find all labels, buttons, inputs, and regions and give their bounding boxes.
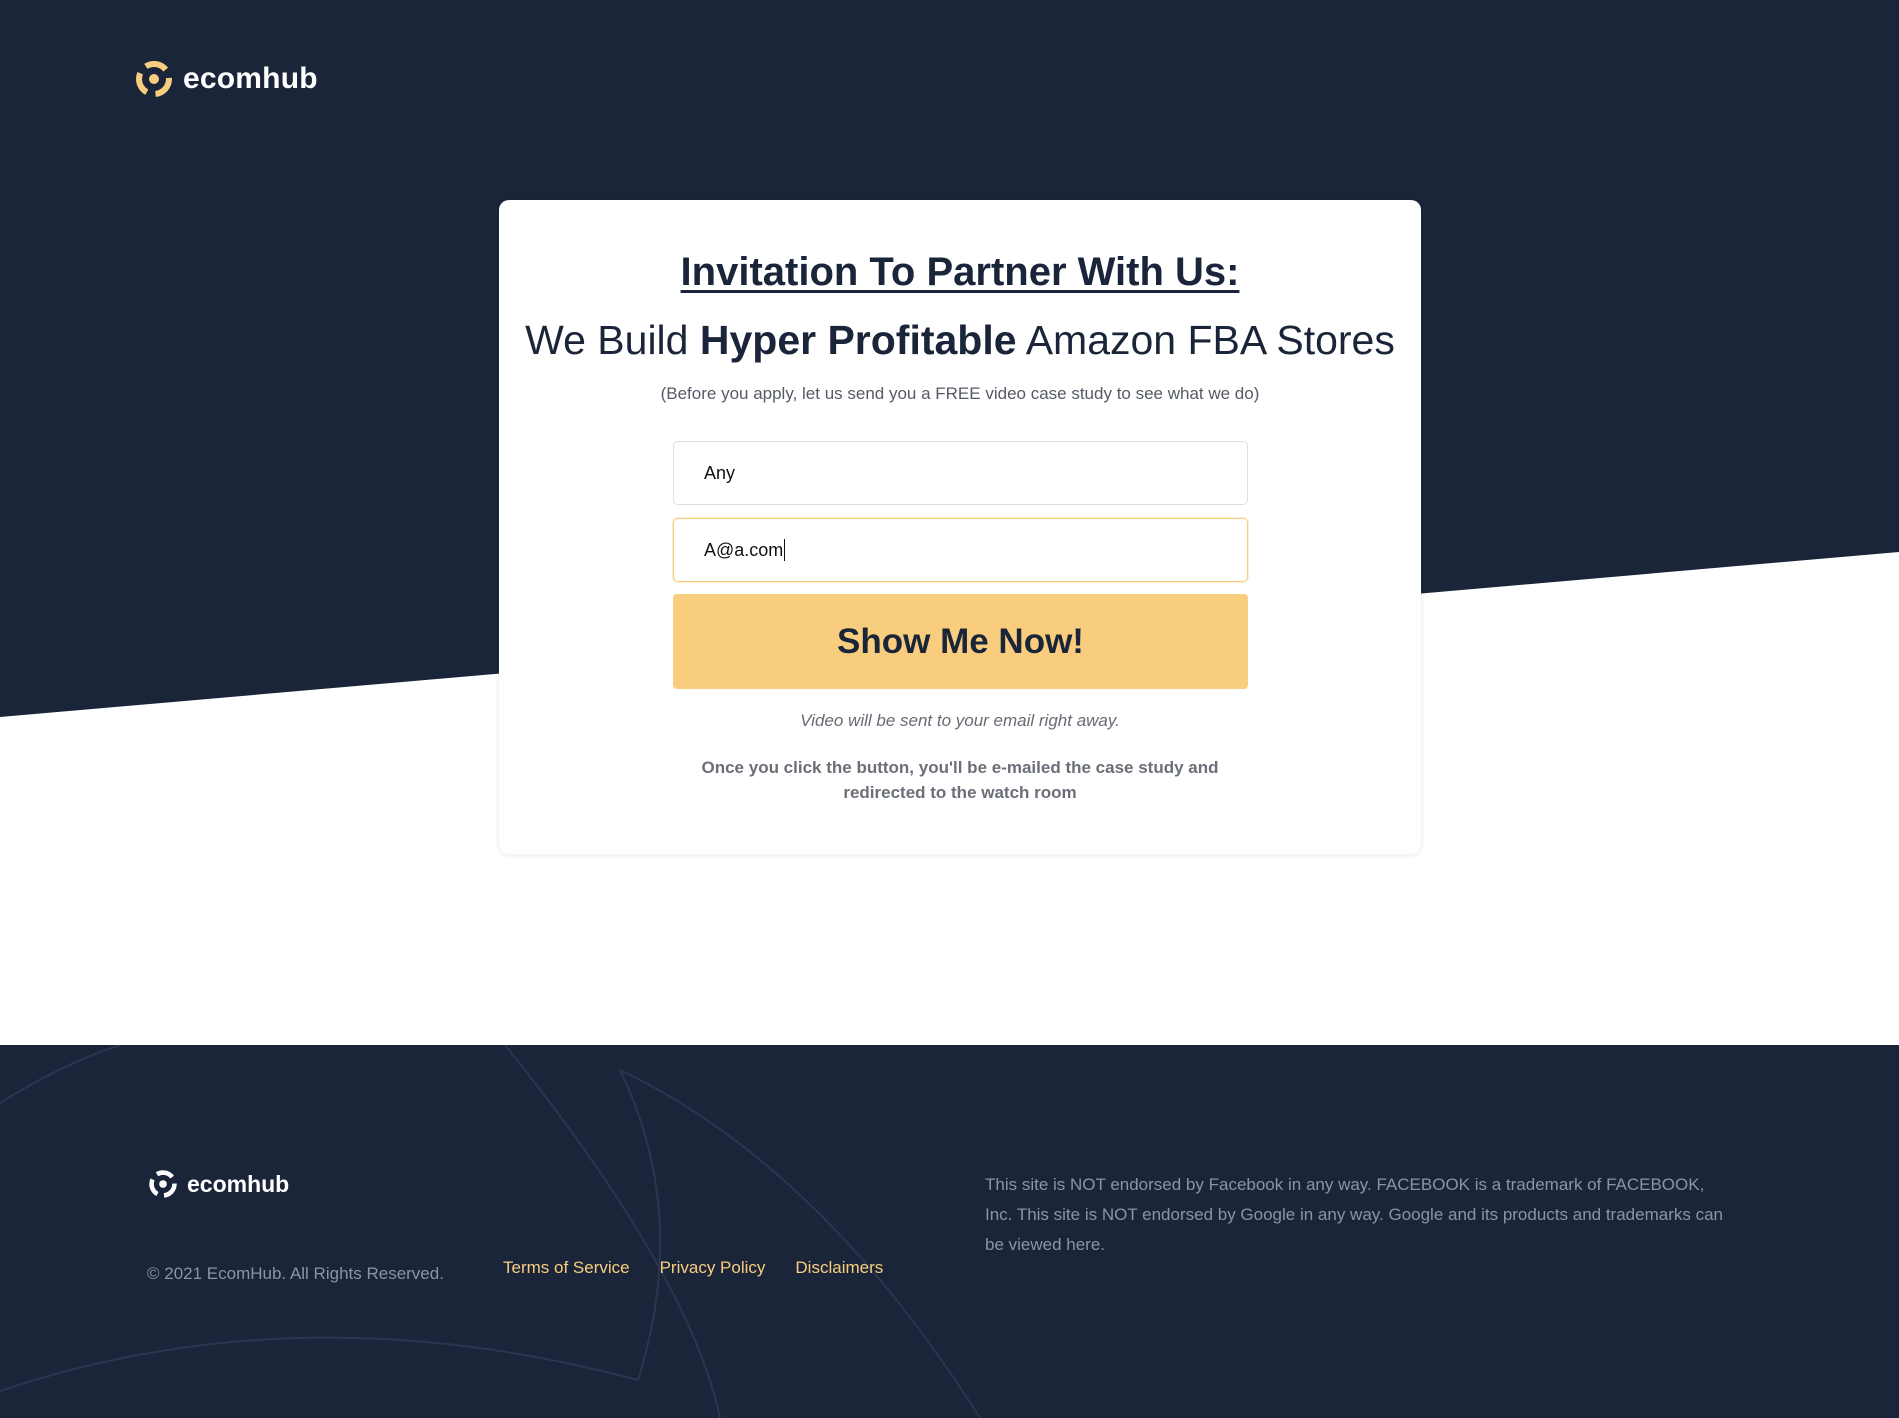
footer-brand-name: ecomhub <box>187 1170 290 1197</box>
headline-prefix: We Build <box>525 317 700 363</box>
header-logo[interactable]: ecomhub <box>133 58 318 100</box>
text-cursor <box>784 539 786 561</box>
terms-of-service-link[interactable]: Terms of Service <box>503 1258 630 1278</box>
name-input-value: Any <box>704 462 736 483</box>
brand-name: ecomhub <box>183 62 318 95</box>
headline-suffix: Amazon FBA Stores <box>1016 317 1395 363</box>
ecomhub-logo-icon <box>136 61 172 97</box>
show-me-now-button[interactable]: Show Me Now! <box>673 594 1248 689</box>
redirect-note: Once you click the button, you'll be e-m… <box>701 758 1219 802</box>
card-subtitle: (Before you apply, let us send you a FRE… <box>660 384 1260 403</box>
email-input[interactable]: A@a.com <box>673 518 1248 582</box>
disclaimers-link[interactable]: Disclaimers <box>795 1258 883 1278</box>
optin-card: Invitation To Partner With Us: We Build … <box>499 200 1421 854</box>
privacy-policy-link[interactable]: Privacy Policy <box>660 1258 766 1278</box>
disclaimer-text: This site is NOT endorsed by Facebook in… <box>985 1175 1723 1254</box>
email-input-value: A@a.com <box>704 539 784 560</box>
footer-links: Terms of Service Privacy Policy Disclaim… <box>503 1258 883 1278</box>
card-headline: We Build Hyper Profitable Amazon FBA Sto… <box>499 317 1421 364</box>
footer-logo[interactable]: ecomhub <box>147 1168 289 1200</box>
copyright-text: © 2021 EcomHub. All Rights Reserved. <box>147 1264 444 1283</box>
delivery-note: Video will be sent to your email right a… <box>800 711 1120 730</box>
card-title: Invitation To Partner With Us: <box>680 250 1240 294</box>
headline-bold: Hyper Profitable <box>699 317 1017 363</box>
name-input[interactable]: Any <box>673 441 1248 505</box>
ecomhub-logo-icon <box>149 1170 177 1198</box>
